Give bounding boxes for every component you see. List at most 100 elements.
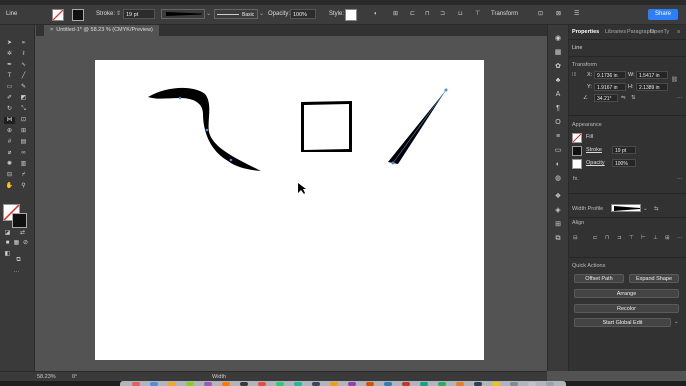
character-panel-icon[interactable]: A <box>553 91 563 99</box>
transform-link[interactable]: Transform <box>491 9 518 20</box>
appearance-stroke-swatch[interactable] <box>572 146 582 156</box>
opacity-field[interactable]: 100% <box>612 159 636 167</box>
screen-mode-icon[interactable]: ⧉ <box>14 257 23 264</box>
tapered-line-shape[interactable] <box>388 90 446 164</box>
stroke-weight-field[interactable]: 19 pt <box>123 9 155 19</box>
swoosh-shape[interactable] <box>148 87 261 171</box>
align-bottom-icon[interactable]: ⊥ <box>653 235 658 242</box>
scale-tool-icon[interactable]: ⤡ <box>19 106 28 113</box>
paintbrush-tool-icon[interactable]: ✎ <box>19 84 28 91</box>
gradient-tool-icon[interactable]: ▤ <box>19 139 28 146</box>
dock-app-icon[interactable] <box>258 382 266 386</box>
more-options-icon[interactable]: ··· <box>677 235 683 242</box>
align-horizontal-center-icon[interactable]: ⊓ <box>605 235 609 242</box>
eyedropper-tool-icon[interactable]: ⌀ <box>5 150 14 157</box>
isolate-icon[interactable]: ⊡ <box>538 9 543 20</box>
transparency-panel-icon[interactable]: ◐ <box>553 161 563 169</box>
variable-width-profile-dropdown[interactable] <box>161 9 205 19</box>
align-icon[interactable]: ⊞ <box>393 9 398 20</box>
align-right-icon[interactable]: ⊐ <box>617 235 622 242</box>
dock-app-icon[interactable] <box>528 382 536 386</box>
color-panel-icon[interactable]: ◉ <box>553 35 563 43</box>
dock-app-icon[interactable] <box>312 382 320 386</box>
flip-profile-icon[interactable]: ⇆ <box>654 206 659 213</box>
dock-app-icon[interactable] <box>186 382 194 386</box>
rotate-field[interactable]: 34.21° <box>594 94 618 102</box>
symbol-sprayer-tool-icon[interactable]: ✺ <box>5 161 14 168</box>
tab-properties[interactable]: Properties <box>572 28 599 37</box>
dock-app-icon[interactable] <box>204 382 212 386</box>
w-field[interactable]: 1.5417 in <box>636 71 668 79</box>
paragraph-panel-icon[interactable]: ¶ <box>553 105 563 113</box>
distribute-icon[interactable]: ⊞ <box>665 235 670 242</box>
graphic-style-swatch[interactable] <box>345 9 357 21</box>
align-center-icon[interactable]: ⊓ <box>425 9 430 20</box>
dock-app-icon[interactable] <box>456 382 464 386</box>
appearance-fill-swatch[interactable] <box>572 133 582 143</box>
links-panel-icon[interactable]: ⧉ <box>553 235 563 243</box>
stroke-panel-icon[interactable]: ≡ <box>553 133 563 141</box>
magic-wand-tool-icon[interactable]: ✲ <box>5 51 14 58</box>
chevron-down-icon[interactable]: ⌄ <box>643 206 648 213</box>
shape-builder-tool-icon[interactable]: ⊕ <box>5 128 14 135</box>
more-options-icon[interactable]: ··· <box>677 176 683 183</box>
graphic-styles-panel-icon[interactable]: ❖ <box>553 193 563 201</box>
eraser-tool-icon[interactable]: ◩ <box>19 95 28 102</box>
pen-tool-icon[interactable]: ✒ <box>5 62 14 69</box>
trash-icon[interactable] <box>546 382 554 386</box>
arrange-button[interactable]: Arrange <box>574 289 679 298</box>
line-segment-tool-icon[interactable]: ╱ <box>19 73 28 80</box>
distribute-icon[interactable]: ⊔ <box>458 9 463 20</box>
gradient-panel-icon[interactable]: ▭ <box>553 147 563 155</box>
perspective-grid-tool-icon[interactable]: ⊞ <box>19 128 28 135</box>
blend-tool-icon[interactable]: ∞ <box>19 150 28 157</box>
chevron-down-icon[interactable]: ⌄ <box>674 319 679 326</box>
dock-app-icon[interactable] <box>510 382 518 386</box>
width-tool-icon[interactable]: ⋈ <box>4 117 15 124</box>
more-tools-icon[interactable]: ··· <box>12 269 21 276</box>
dock-app-icon[interactable] <box>132 382 140 386</box>
curvature-tool-icon[interactable]: ∿ <box>19 62 28 69</box>
free-transform-tool-icon[interactable]: ⊡ <box>19 117 28 124</box>
stroke-swatch[interactable] <box>72 9 84 21</box>
rectangle-tool-icon[interactable]: ▭ <box>5 84 14 91</box>
tab-opentype[interactable]: OpenTy <box>650 28 669 37</box>
default-colors-icon[interactable]: ◪ <box>3 230 12 237</box>
panel-menu-icon[interactable]: ≡ <box>677 28 680 37</box>
dock-app-icon[interactable] <box>168 382 176 386</box>
y-field[interactable]: 1.9167 in <box>594 83 626 91</box>
stroke-stepper-icon[interactable]: ⇕ <box>116 9 121 20</box>
chevron-down-icon[interactable]: ⌄ <box>206 9 211 20</box>
selection-tool-icon[interactable]: ➤ <box>5 40 14 47</box>
align-to-icon[interactable]: ⊟ <box>573 235 578 242</box>
dock-app-icon[interactable] <box>276 382 284 386</box>
anchor-point[interactable] <box>229 158 233 162</box>
dock-app-icon[interactable] <box>348 382 356 386</box>
recolor-artwork-icon[interactable]: ◐ <box>374 9 378 20</box>
dock-app-icon[interactable] <box>366 382 374 386</box>
close-icon[interactable]: × <box>50 27 53 33</box>
stroke-color-swatch[interactable] <box>12 213 27 228</box>
align-right-icon[interactable]: ⊐ <box>440 9 445 20</box>
dock-app-icon[interactable] <box>294 382 302 386</box>
appearance-panel-icon[interactable]: ◍ <box>553 175 563 183</box>
reference-point-icon[interactable]: ⁞⁞⁞ <box>572 72 577 79</box>
brush-definition-dropdown[interactable]: Basic <box>214 9 258 19</box>
distribute-vertical-icon[interactable]: ⊤ <box>475 9 480 20</box>
flip-vertical-icon[interactable]: ⇅ <box>631 95 636 102</box>
start-global-edit-button[interactable]: Start Global Edit <box>574 318 671 327</box>
opacity-label[interactable]: Opacity <box>586 160 605 167</box>
gradient-mode-icon[interactable]: ▦ <box>12 240 21 247</box>
color-mode-icon[interactable]: ■ <box>3 240 12 247</box>
swatches-panel-icon[interactable]: ▦ <box>553 49 563 57</box>
anchor-point[interactable] <box>444 88 448 92</box>
column-graph-tool-icon[interactable]: ▥ <box>19 161 28 168</box>
zoom-tool-icon[interactable]: ⚲ <box>19 183 28 190</box>
flip-horizontal-icon[interactable]: ⇋ <box>621 95 626 102</box>
none-mode-icon[interactable]: ⊘ <box>21 240 30 247</box>
direct-selection-tool-icon[interactable]: ➢ <box>19 40 28 47</box>
brushes-panel-icon[interactable]: ✿ <box>553 63 563 71</box>
swap-colors-icon[interactable]: ⇄ <box>18 230 27 237</box>
dock-app-icon[interactable] <box>438 382 446 386</box>
symbols-panel-icon[interactable]: ♣ <box>553 77 563 85</box>
